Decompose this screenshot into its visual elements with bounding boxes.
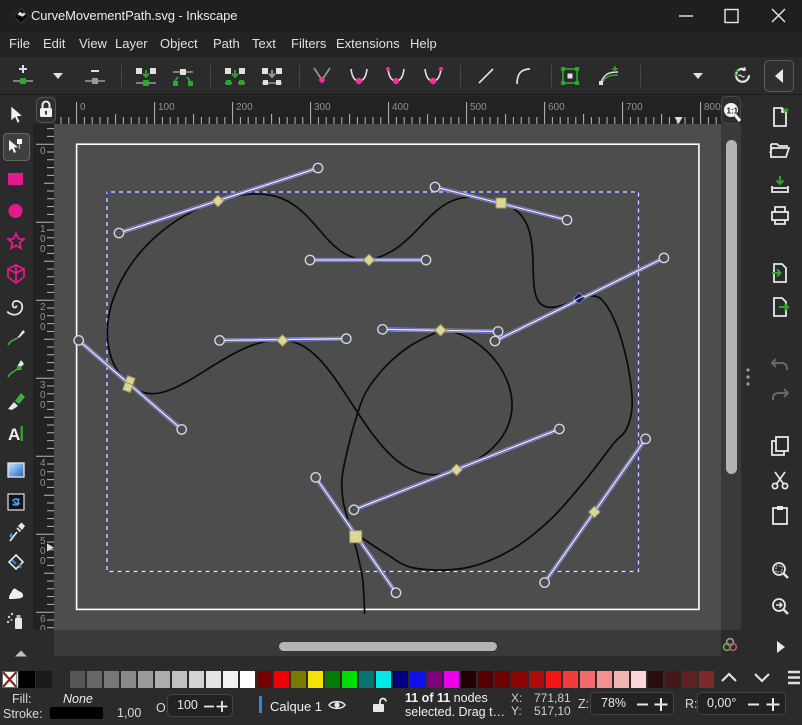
svg-text:300: 300 (314, 102, 331, 113)
svg-text:0: 0 (40, 556, 46, 567)
svg-text:0: 0 (80, 102, 86, 113)
svg-text:0: 0 (40, 478, 46, 489)
svg-text:0: 0 (40, 400, 46, 411)
svg-text:0: 0 (40, 322, 46, 333)
svg-text:0: 0 (40, 244, 46, 255)
svg-text:700: 700 (626, 102, 643, 113)
svg-text:800: 800 (704, 102, 721, 113)
svg-text:500: 500 (470, 102, 487, 113)
svg-text:1:1: 1:1 (727, 107, 739, 116)
svg-text:400: 400 (392, 102, 409, 113)
svg-text:0: 0 (40, 146, 46, 157)
svg-text:600: 600 (548, 102, 565, 113)
svg-text:100: 100 (158, 102, 175, 113)
svg-text:200: 200 (236, 102, 253, 113)
svg-text:A: A (8, 425, 20, 444)
